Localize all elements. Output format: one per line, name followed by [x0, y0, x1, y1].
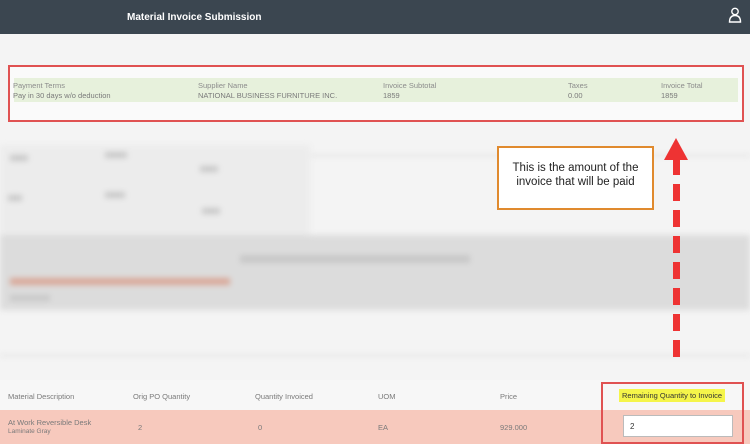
taxes-field: Taxes 0.00 — [568, 81, 588, 101]
page-title: Material Invoice Submission — [127, 12, 262, 23]
taxes-value: 0.00 — [568, 91, 583, 100]
invoice-subtotal-label: Invoice Subtotal — [383, 81, 437, 90]
material-description-cell: At Work Reversible Desk Laminate Gray — [8, 418, 91, 436]
annotation-arrow-head — [664, 138, 688, 160]
user-icon[interactable] — [728, 7, 742, 28]
invoice-total-label: Invoice Total — [661, 81, 703, 90]
supplier-name-field: Supplier Name NATIONAL BUSINESS FURNITUR… — [198, 81, 337, 101]
payment-terms-field: Payment Terms Pay in 30 days w/o deducti… — [13, 81, 111, 101]
supplier-name-value: NATIONAL BUSINESS FURNITURE INC. — [198, 91, 338, 100]
invoice-total-field: Invoice Total 1859 — [661, 81, 703, 101]
column-header-price: Price — [500, 392, 518, 401]
column-header-quantity-invoiced: Quantity Invoiced — [255, 392, 313, 401]
blurred-block — [8, 195, 22, 201]
blurred-block — [10, 278, 230, 285]
price-cell: 929.000 — [500, 423, 528, 432]
divider — [0, 355, 750, 356]
invoice-summary-panel: Payment Terms Pay in 30 days w/o deducti… — [8, 65, 744, 122]
blurred-block — [0, 235, 750, 310]
remaining-quantity-input[interactable]: 2 — [623, 415, 733, 437]
blurred-block — [10, 295, 50, 301]
taxes-label: Taxes — [568, 81, 588, 90]
column-header-orig-po-quantity: Orig PO Quantity — [133, 392, 191, 401]
blurred-block — [105, 152, 127, 158]
invoice-subtotal-field: Invoice Subtotal 1859 — [383, 81, 436, 101]
quantity-invoiced-cell: 0 — [258, 423, 263, 432]
blurred-block — [200, 166, 218, 172]
top-bar: Material Invoice Submission — [0, 0, 750, 34]
uom-cell: EA — [378, 423, 389, 432]
blurred-block — [202, 208, 220, 214]
material-description-line1: At Work Reversible Desk — [8, 418, 92, 427]
blurred-block — [10, 155, 28, 161]
column-header-remaining-quantity: Remaining Quantity to Invoice — [619, 389, 726, 402]
material-description-line2: Laminate Gray — [8, 428, 51, 435]
invoice-total-value: 1859 — [661, 91, 678, 100]
supplier-name-label: Supplier Name — [198, 81, 248, 90]
column-header-uom: UOM — [378, 392, 396, 401]
blurred-block — [240, 255, 470, 263]
blurred-block — [105, 192, 125, 198]
column-header-material-description: Material Description — [8, 392, 75, 401]
annotation-arrow — [673, 158, 680, 358]
payment-terms-label: Payment Terms — [13, 81, 65, 90]
invoice-subtotal-value: 1859 — [383, 91, 400, 100]
summary-strip — [14, 78, 738, 102]
blurred-block — [0, 145, 310, 240]
annotation-callout: This is the amount of the invoice that w… — [497, 146, 654, 210]
payment-terms-value: Pay in 30 days w/o deduction — [13, 91, 111, 100]
orig-po-quantity-cell: 2 — [138, 423, 143, 432]
